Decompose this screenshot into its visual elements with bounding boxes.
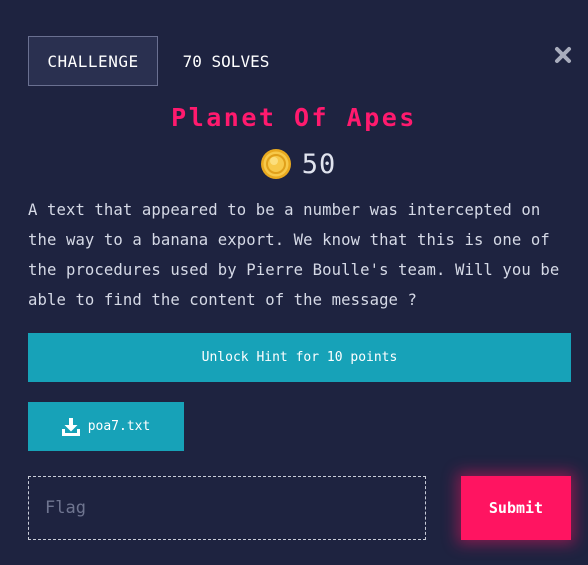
flag-input[interactable]: [28, 476, 426, 540]
tab-challenge-label: CHALLENGE: [47, 51, 139, 71]
points-value: 50: [301, 148, 337, 180]
submit-button[interactable]: Submit: [461, 476, 571, 540]
download-icon: [61, 417, 80, 436]
submit-label: Submit: [488, 499, 544, 517]
tab-solves-label: 70 SOLVES: [182, 51, 270, 71]
challenge-modal: CHALLENGE 70 SOLVES Planet Of Apes 50 A …: [0, 0, 588, 565]
coin-icon: [260, 149, 291, 179]
unlock-hint-button[interactable]: Unlock Hint for 10 points: [28, 333, 571, 382]
challenge-description: A text that appeared to be a number was …: [28, 201, 560, 309]
close-button[interactable]: [552, 44, 574, 66]
unlock-hint-label: Unlock Hint for 10 points: [201, 350, 398, 365]
tab-challenge[interactable]: CHALLENGE: [28, 36, 158, 86]
challenge-title: Planet Of Apes: [171, 103, 417, 132]
close-icon: [555, 47, 571, 63]
points-row: 50: [0, 146, 588, 182]
file-download-button[interactable]: poa7.txt: [28, 402, 184, 451]
file-name: poa7.txt: [87, 419, 151, 434]
tab-solves[interactable]: 70 SOLVES: [168, 36, 284, 86]
